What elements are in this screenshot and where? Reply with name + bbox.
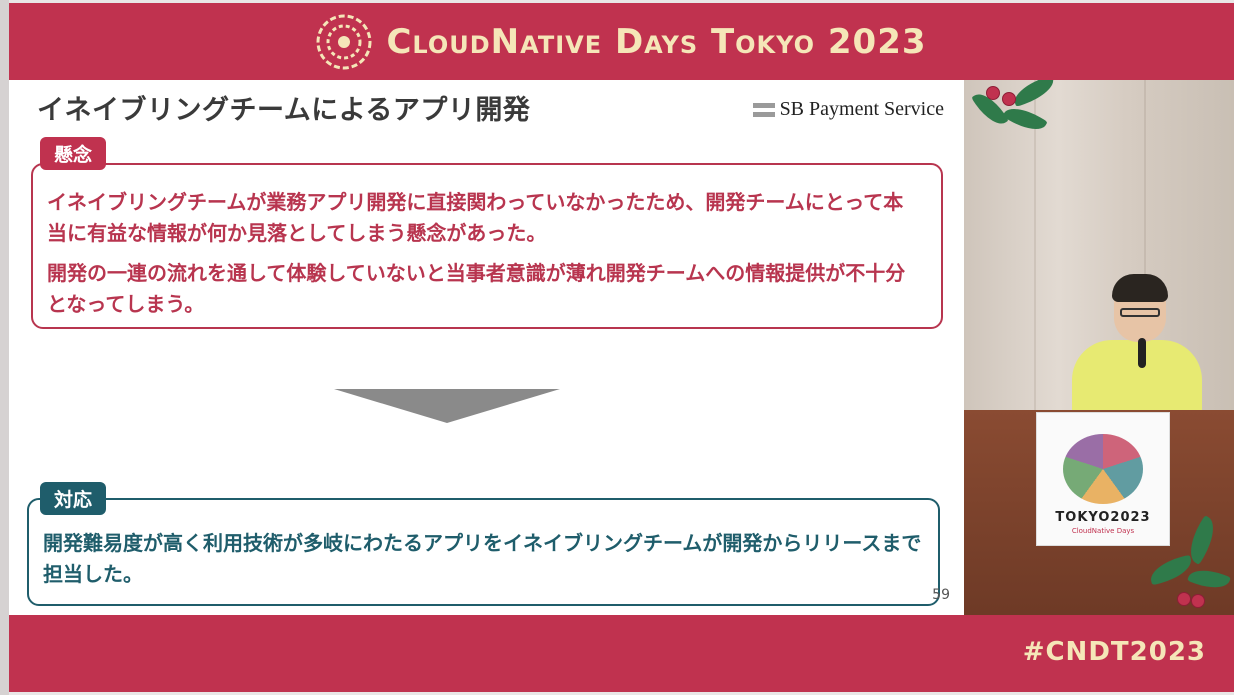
podium-sign-title: TOKYO2023 <box>1055 510 1151 525</box>
podium-logo-icon <box>1063 434 1143 504</box>
company-logo-text: SB Payment Service <box>779 98 944 120</box>
podium-sign-subtitle: CloudNative Days <box>1071 527 1135 535</box>
speaker-hair <box>1112 274 1168 302</box>
page-number: 59 <box>932 587 950 603</box>
concern-paragraph: イネイブリングチームが業務アプリ開発に直接関わっていなかったため、開発チームにと… <box>47 190 904 245</box>
slide-title: イネイブリングチームによるアプリ開発 <box>37 95 531 126</box>
concern-box: イネイブリングチームが業務アプリ開発に直接関わっていなかったため、開発チームにと… <box>31 163 943 329</box>
response-box: 開発難易度が高く利用技術が多岐にわたるアプリをイネイブリングチームが開発からリリ… <box>27 498 940 606</box>
down-arrow-icon <box>334 389 560 423</box>
concern-text: イネイブリングチームが業務アプリ開発に直接関わっていなかったため、開発チームにと… <box>47 187 907 320</box>
holly-bottom-icon <box>1139 515 1234 615</box>
speaker <box>1072 274 1202 420</box>
conference-banner: CloudNative Days Tokyo 2023 <box>9 3 1234 80</box>
concern-tag: 懸念 <box>40 137 107 170</box>
concern-paragraph: 開発の一連の流れを通して体験していないと当事者意識が薄れ開発チームへの情報提供が… <box>47 261 906 316</box>
microphone-icon <box>1138 338 1146 368</box>
speaker-body <box>1072 340 1202 420</box>
left-edge <box>0 0 9 695</box>
conference-logo-icon <box>316 14 372 70</box>
speaker-glasses <box>1120 308 1160 317</box>
company-logo: SB Payment Service <box>752 98 944 121</box>
bottom-banner: #CNDT2023 <box>9 615 1234 692</box>
presentation-slide: イネイブリングチームによるアプリ開発 SB Payment Service イネ… <box>9 80 964 615</box>
company-logo-mark-icon <box>752 102 775 117</box>
conference-title: CloudNative Days Tokyo 2023 <box>386 21 927 62</box>
speaker-camera-feed: TOKYO2023 CloudNative Days <box>964 80 1234 615</box>
event-hashtag: #CNDT2023 <box>1022 637 1206 667</box>
response-text: 開発難易度が高く利用技術が多岐にわたるアプリをイネイブリングチームが開発からリリ… <box>43 531 922 586</box>
response-tag: 対応 <box>40 482 107 515</box>
holly-top-icon <box>964 80 1064 170</box>
